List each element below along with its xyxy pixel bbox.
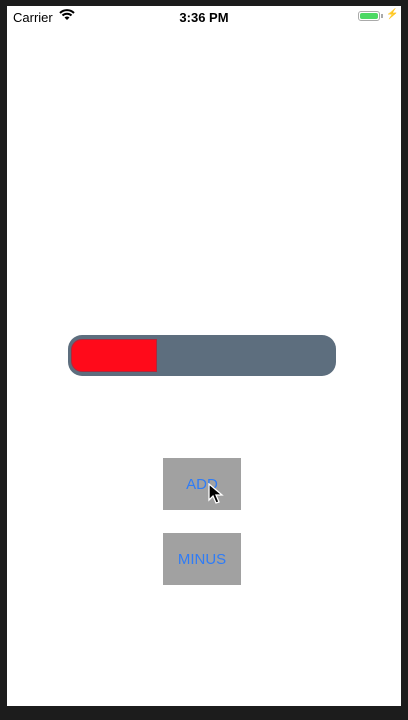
progress-fill (71, 339, 158, 372)
charging-icon: ⚡ (386, 9, 399, 20)
progress-bar (68, 335, 336, 376)
clock: 3:36 PM (179, 10, 229, 25)
battery-icon (358, 11, 380, 21)
battery-tip (381, 14, 383, 18)
app-screen: Carrier 3:36 PM ⚡ ADD MINUS (7, 6, 401, 706)
mouse-cursor-icon (208, 483, 224, 504)
add-button[interactable]: ADD (163, 458, 241, 510)
status-bar: Carrier 3:36 PM ⚡ (7, 6, 401, 28)
minus-button[interactable]: MINUS (163, 533, 241, 585)
